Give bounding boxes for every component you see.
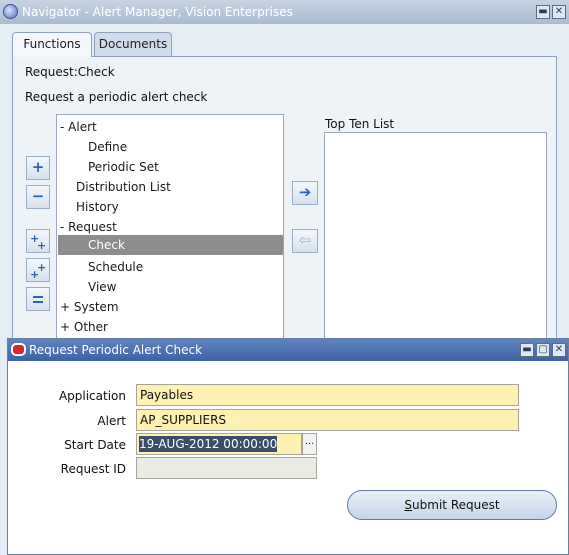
collapse-all-button[interactable] — [26, 287, 50, 311]
dialog-title-bar[interactable]: Request Periodic Alert Check ▬ ▢ ✕ — [8, 339, 568, 361]
collapse-all-icon — [33, 296, 43, 303]
dialog-maximize-icon[interactable]: ▢ — [536, 343, 550, 357]
remove-from-top-ten-button[interactable]: ⇦ — [292, 229, 318, 253]
tree-item-request[interactable]: - Request — [57, 217, 283, 237]
tree-item-alert[interactable]: - Alert — [57, 117, 283, 137]
expand-all-button[interactable]: + + — [26, 258, 50, 282]
tree-item-other[interactable]: + Other — [57, 317, 283, 337]
tab-functions[interactable]: Functions — [12, 32, 92, 57]
oracle-icon — [11, 343, 26, 356]
ellipsis-icon: ... — [304, 436, 315, 447]
tree-item-define[interactable]: Define — [57, 137, 283, 157]
tree-item-history[interactable]: History — [57, 197, 283, 217]
submit-accesskey: S — [404, 498, 413, 512]
application-field[interactable]: Payables — [136, 384, 519, 406]
alert-field[interactable]: AP_SUPPLIERS — [136, 409, 519, 431]
arrow-right-icon: ➔ — [298, 183, 312, 201]
tree-item-schedule[interactable]: Schedule — [57, 257, 283, 277]
request-dialog: Request Periodic Alert Check ▬ ▢ ✕ Appli… — [7, 338, 569, 555]
submit-request-button[interactable]: Submit Request — [347, 490, 557, 520]
navigator-title-bar[interactable]: Navigator - Alert Manager, Vision Enterp… — [0, 0, 569, 24]
application-label: Application — [58, 389, 126, 403]
submit-label: ubmit Request — [412, 498, 500, 512]
function-description: Request a periodic alert check — [25, 90, 208, 104]
tree-item-periodic-set[interactable]: Periodic Set — [57, 157, 283, 177]
date-picker-button[interactable]: ... — [302, 433, 317, 455]
svg-text:+: + — [30, 268, 39, 279]
arrow-left-icon: ⇦ — [298, 231, 312, 249]
request-id-field[interactable] — [136, 457, 317, 479]
close-icon[interactable]: ✕ — [552, 5, 566, 19]
tree-item-distribution-list[interactable]: Distribution List — [57, 177, 283, 197]
expand-branch-button[interactable]: + + — [26, 229, 50, 253]
tab-documents[interactable]: Documents — [94, 32, 172, 56]
start-date-value: 19-AUG-2012 00:00:00 — [139, 436, 278, 452]
expand-all-icon: + + — [30, 261, 46, 281]
function-tree[interactable]: - Alert Define Periodic Set Distribution… — [56, 114, 284, 355]
dialog-close-icon[interactable]: ✕ — [552, 343, 566, 357]
plus-icon: + — [31, 158, 45, 176]
tree-item-check[interactable]: Check — [58, 235, 283, 255]
top-ten-list[interactable] — [324, 132, 547, 355]
collapse-button[interactable]: − — [26, 185, 50, 209]
navigator-app-icon — [3, 4, 18, 19]
dialog-title: Request Periodic Alert Check — [29, 343, 203, 357]
expand-branch-icon: + + — [30, 232, 46, 252]
request-id-label: Request ID — [60, 462, 126, 476]
context-label: Request:Check — [25, 65, 115, 79]
top-ten-label: Top Ten List — [325, 117, 395, 131]
navigator-title: Navigator - Alert Manager, Vision Enterp… — [22, 5, 293, 19]
tree-item-system[interactable]: + System — [57, 297, 283, 317]
alert-label: Alert — [97, 414, 126, 428]
add-to-top-ten-button[interactable]: ➔ — [292, 181, 318, 205]
minus-icon: − — [31, 187, 45, 205]
minimize-icon[interactable]: ▬ — [536, 5, 550, 19]
dialog-minimize-icon[interactable]: ▬ — [520, 343, 534, 357]
expand-button[interactable]: + — [26, 156, 50, 180]
start-date-field[interactable]: 19-AUG-2012 00:00:00 — [136, 433, 302, 455]
svg-text:+: + — [37, 239, 46, 250]
tree-item-view[interactable]: View — [57, 277, 283, 297]
start-date-label: Start Date — [64, 438, 126, 452]
